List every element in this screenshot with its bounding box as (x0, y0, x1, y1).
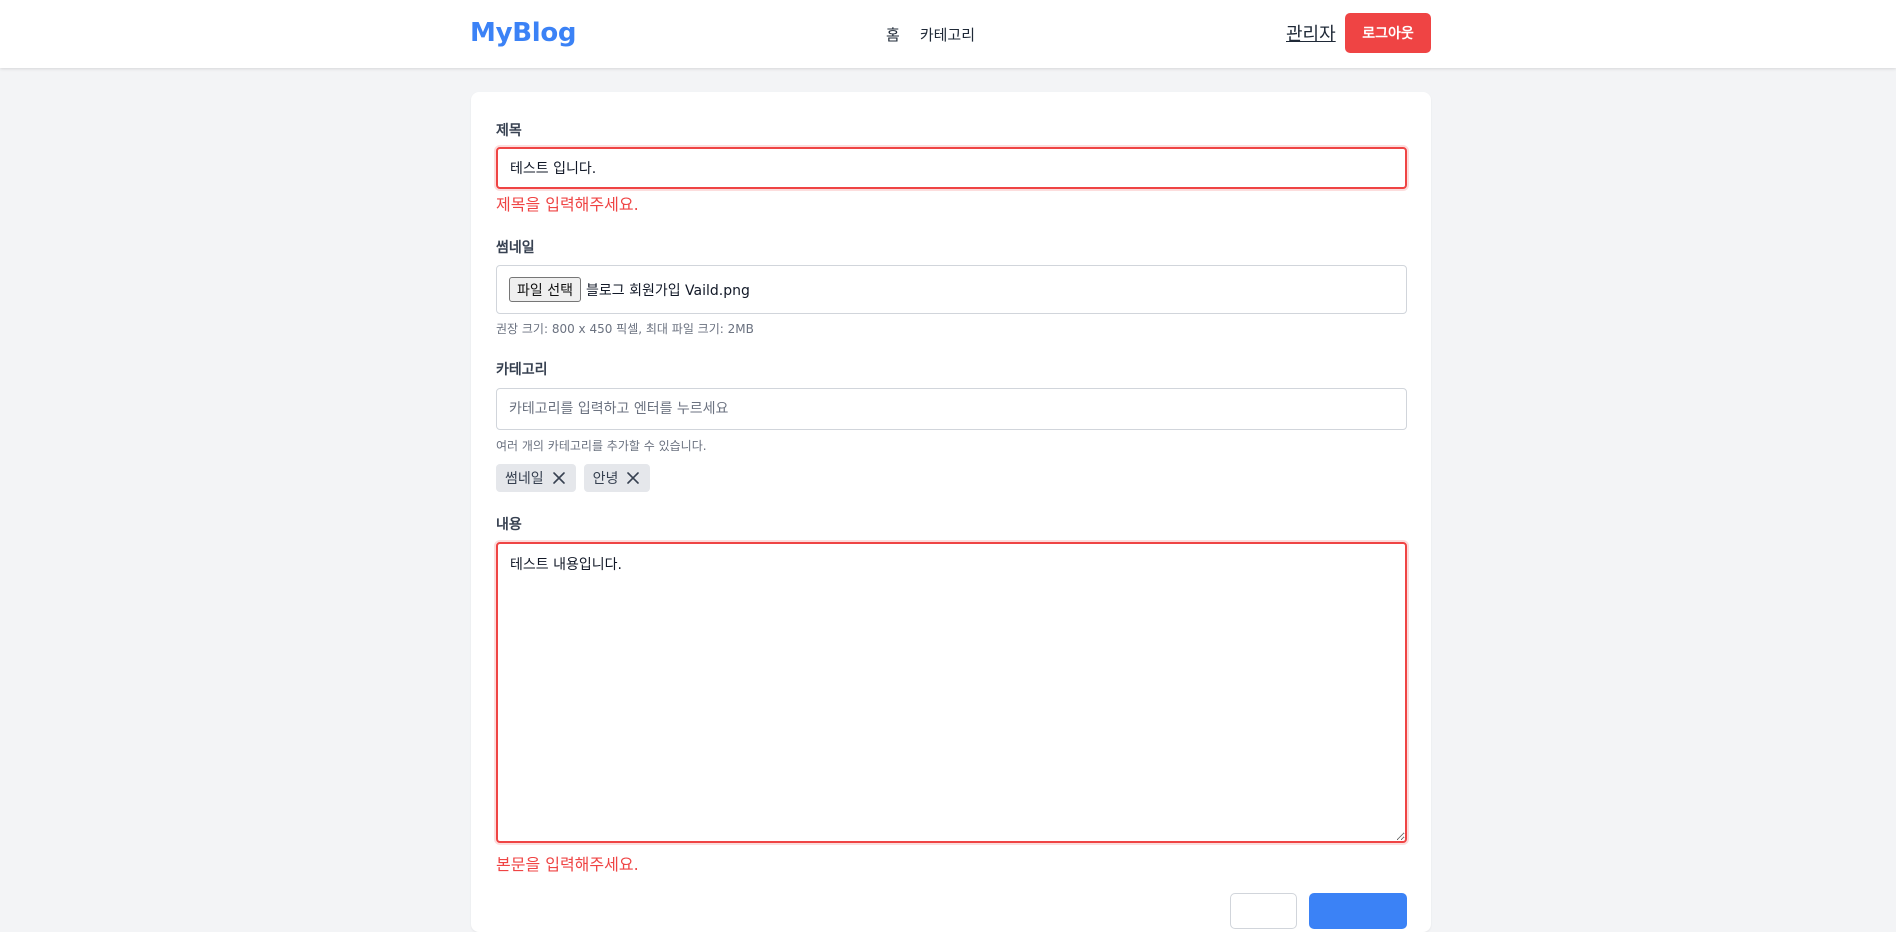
top-navigation-bar: MyBlog 홈 카테고리 관리자 로그아웃 (0, 0, 1896, 68)
admin-link[interactable]: 관리자 (1286, 20, 1336, 46)
post-form-card: 제목 제목을 입력해주세요. 썸네일 파일 선택 블로그 회원가입 Vaild.… (471, 92, 1431, 932)
main-nav: 홈 카테고리 (886, 24, 975, 45)
title-error-message: 제목을 입력해주세요. (496, 195, 639, 214)
thumbnail-hint: 권장 크기: 800 x 450 픽셀, 최대 파일 크기: 2MB (496, 322, 754, 336)
category-tag-label: 썸네일 (505, 471, 544, 487)
category-tag-list: 썸네일 안녕 (496, 464, 651, 492)
category-tag: 안녕 (583, 464, 651, 492)
category-hint: 여러 개의 카테고리를 추가할 수 있습니다. (496, 439, 707, 453)
thumbnail-file-input[interactable]: 파일 선택 블로그 회원가입 Vaild.png (496, 265, 1407, 314)
close-icon[interactable] (551, 470, 567, 486)
close-icon[interactable] (625, 470, 641, 486)
submit-button[interactable] (1309, 893, 1407, 929)
category-input[interactable] (496, 388, 1407, 430)
logout-button[interactable]: 로그아웃 (1345, 13, 1431, 53)
choose-file-button[interactable]: 파일 선택 (509, 277, 581, 302)
category-tag-label: 안녕 (592, 471, 619, 487)
category-label: 카테고리 (496, 362, 548, 378)
content-error-message: 본문을 입력해주세요. (496, 855, 639, 874)
nav-item-home[interactable]: 홈 (886, 24, 900, 45)
title-input[interactable] (496, 147, 1407, 189)
category-tag: 썸네일 (496, 464, 576, 492)
content-textarea[interactable]: 테스트 내용입니다. (496, 542, 1407, 843)
nav-item-category[interactable]: 카테고리 (920, 24, 975, 45)
cancel-button[interactable] (1230, 893, 1297, 929)
title-label: 제목 (496, 123, 522, 139)
selected-file-name: 블로그 회원가입 Vaild.png (585, 282, 750, 299)
thumbnail-label: 썸네일 (496, 240, 535, 256)
content-label: 내용 (496, 517, 522, 533)
site-logo[interactable]: MyBlog (470, 18, 577, 48)
